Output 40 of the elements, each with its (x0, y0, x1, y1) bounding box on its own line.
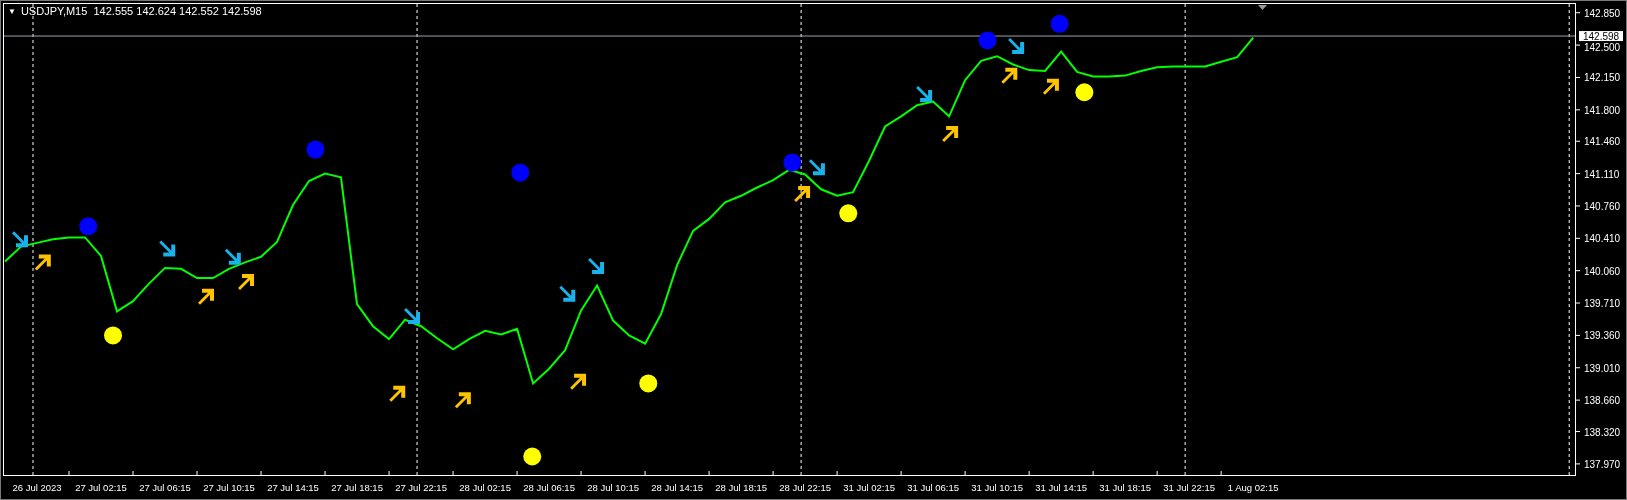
axis-label: 28 Jul 06:15 (523, 482, 575, 493)
axis-label: 27 Jul 02:15 (75, 482, 127, 493)
axis-label: 141.800 (1584, 104, 1621, 116)
ref-line-label: 142.598 (1583, 30, 1620, 42)
axis-label: 31 Jul 06:15 (907, 482, 959, 493)
axis-label: 139.360 (1584, 330, 1621, 342)
axis-label: 139.010 (1584, 362, 1621, 374)
axis-label: 140.410 (1584, 233, 1621, 245)
axis-label: 31 Jul 14:15 (1035, 482, 1087, 493)
shift-marker-icon (1258, 5, 1267, 10)
axis-label: 138.660 (1584, 395, 1621, 407)
axis-label: 27 Jul 22:15 (395, 482, 447, 493)
axis-label: 31 Jul 18:15 (1099, 482, 1152, 493)
axis-label: 142.500 (1584, 42, 1621, 54)
axis-label: 140.760 (1584, 200, 1621, 212)
axis-label: 141.460 (1584, 136, 1621, 148)
axis-label: 27 Jul 18:15 (331, 482, 383, 493)
axis-label: 31 Jul 02:15 (843, 482, 895, 493)
axis-label: 26 Jul 2023 (12, 482, 62, 493)
menu-arrow[interactable]: ▼ (8, 5, 16, 18)
current-price-label: 142.598 (1579, 30, 1623, 42)
axis-label: 138.320 (1584, 426, 1621, 438)
axis-label: 28 Jul 22:15 (779, 482, 831, 493)
axis-label: 137.970 (1584, 458, 1621, 470)
axis-label: 27 Jul 14:15 (267, 482, 319, 493)
axis-label: 139.710 (1584, 298, 1621, 310)
axis-label: 27 Jul 10:15 (203, 482, 255, 493)
axis-label: 142.150 (1584, 72, 1621, 84)
axis-label: 28 Jul 02:15 (459, 482, 511, 493)
axis-label: 28 Jul 10:15 (587, 482, 639, 493)
axis-label: 27 Jul 06:15 (139, 482, 191, 493)
axis-label: 31 Jul 10:15 (971, 482, 1023, 493)
axis-label: 28 Jul 14:15 (651, 482, 703, 493)
axis-label: 31 Jul 22:15 (1163, 482, 1216, 493)
axis-label: 142.850 (1584, 7, 1621, 19)
axis-label: 28 Jul 18:15 (715, 482, 767, 493)
axis-label: 141.110 (1584, 168, 1620, 180)
symbol-info: USDJPY,M15 142.555 142.624 142.552 142.598 (20, 5, 262, 18)
axis-label: 1 Aug 02:15 (1227, 482, 1279, 493)
axis-label: 140.060 (1584, 265, 1621, 277)
